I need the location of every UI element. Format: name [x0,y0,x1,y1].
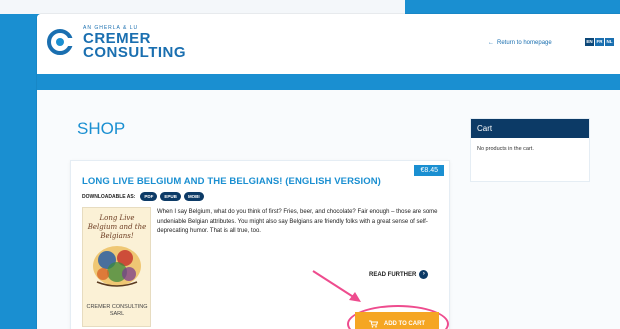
price-badge: €8.45 [414,165,444,176]
cover-company: CREMER CONSULTING SARL [86,304,148,317]
product-description: When I say Belgium, what do you think of… [157,209,438,234]
return-to-homepage-link[interactable]: ← Return to homepage [488,40,552,46]
cart-title: Cart [471,119,589,138]
download-formats: DOWNLOADABLE AS: PDF EPUB MOBI [82,192,204,201]
browser-page: AN GHERLA & LU CREMER CONSULTING ← Return… [37,14,620,329]
cover-title: Long Live Belgium and the Belgians! [87,214,147,240]
downloadable-label: DOWNLOADABLE AS: [82,193,136,200]
arrow-left-icon: ← [488,40,494,46]
format-pdf: PDF [140,192,158,201]
lang-fr[interactable]: FR [595,38,604,46]
book-cover[interactable]: Long Live Belgium and the Belgians! CREM… [82,207,151,327]
product-card: €8.45 LONG LIVE BELGIUM AND THE BELGIANS… [70,160,450,329]
lang-nl[interactable]: NL [605,38,614,46]
cart-widget: Cart No products in the cart. [470,118,590,182]
chevron-right-icon: › [419,270,429,279]
read-further-link[interactable]: READ FURTHER › [369,270,429,279]
logo-line2: CONSULTING [83,44,187,61]
cart-empty-message: No products in the cart. [477,146,534,152]
page-title: SHOP [77,119,126,138]
cart-icon [368,320,378,328]
add-to-cart-label: ADD TO CART [383,320,426,327]
logo-c-icon [47,29,73,55]
shop-main: SHOP €8.45 LONG LIVE BELGIUM AND THE BEL… [37,90,620,329]
header-band [37,74,620,90]
read-further-label: READ FURTHER [369,271,417,278]
add-to-cart-button[interactable]: ADD TO CART [355,312,439,329]
product-title[interactable]: LONG LIVE BELGIUM AND THE BELGIANS! (ENG… [82,176,381,187]
language-switcher: EN FR NL [585,38,614,46]
format-epub: EPUB [160,192,181,201]
format-mobi: MOBI [183,192,204,201]
lang-en[interactable]: EN [585,38,594,46]
site-logo[interactable]: AN GHERLA & LU CREMER CONSULTING [47,23,187,63]
cover-illustration [93,246,141,287]
return-link-label: Return to homepage [497,40,552,46]
site-header: AN GHERLA & LU CREMER CONSULTING ← Return… [37,14,620,74]
background-top [0,0,405,14]
